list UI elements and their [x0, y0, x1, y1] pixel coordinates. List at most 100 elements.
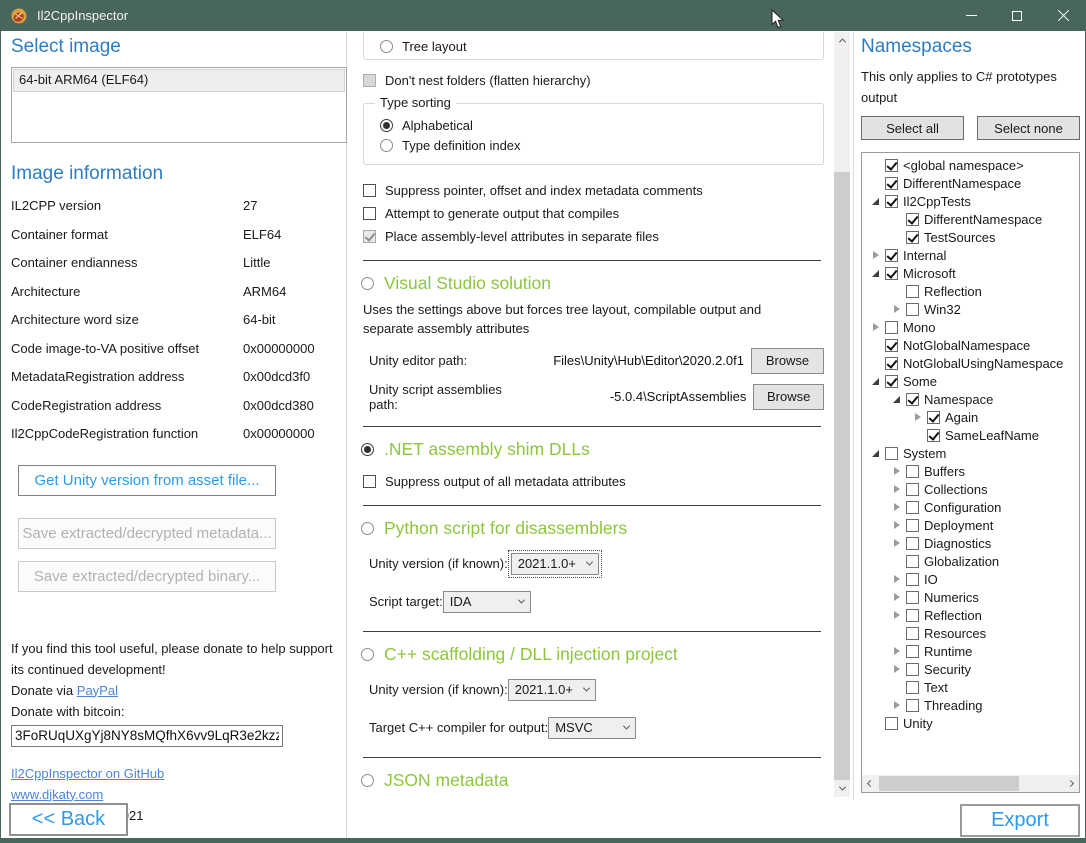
- tree-item[interactable]: System: [862, 444, 1079, 462]
- json-metadata-radio[interactable]: [361, 774, 374, 787]
- tree-item-label[interactable]: DifferentNamespace: [903, 176, 1021, 191]
- tree-item-label[interactable]: Again: [945, 410, 978, 425]
- tree-item-label[interactable]: Runtime: [924, 644, 972, 659]
- scrollbar-thumb[interactable]: [834, 172, 850, 780]
- tree-item-label[interactable]: Some: [903, 374, 937, 389]
- tree-item-label[interactable]: SameLeafName: [945, 428, 1039, 443]
- tree-expander-icon[interactable]: [867, 319, 884, 335]
- cpp-scaffolding-option[interactable]: C++ scaffolding / DLL injection project: [361, 644, 834, 665]
- tree-checkbox[interactable]: [906, 591, 919, 604]
- browse-editor-path-button[interactable]: Browse: [751, 348, 824, 374]
- select-all-button[interactable]: Select all: [861, 116, 964, 140]
- tree-checkbox[interactable]: [906, 231, 919, 244]
- tree-item[interactable]: IO: [862, 570, 1079, 588]
- scroll-down-button[interactable]: [834, 780, 850, 797]
- browse-assemblies-path-button[interactable]: Browse: [753, 384, 824, 410]
- tree-expander-icon[interactable]: [888, 391, 905, 407]
- namespaces-tree[interactable]: <global namespace> DifferentNamespace Il…: [861, 152, 1080, 793]
- alphabetical-radio[interactable]: [380, 119, 393, 132]
- tree-expander-icon[interactable]: [888, 697, 905, 713]
- tree-item[interactable]: Globalization: [862, 552, 1079, 570]
- tree-expander-icon[interactable]: [888, 211, 905, 227]
- select-none-button[interactable]: Select none: [977, 116, 1080, 140]
- tree-expander-icon[interactable]: [867, 445, 884, 461]
- tree-item-label[interactable]: Text: [924, 680, 948, 695]
- tree-horizontal-scrollbar[interactable]: [862, 775, 1079, 792]
- tree-checkbox[interactable]: [906, 663, 919, 676]
- tree-checkbox[interactable]: [906, 573, 919, 586]
- tree-item[interactable]: Configuration: [862, 498, 1079, 516]
- script-target-select[interactable]: IDA: [443, 591, 531, 613]
- tree-expander-icon[interactable]: [888, 481, 905, 497]
- tree-checkbox[interactable]: [885, 267, 898, 280]
- tree-checkbox[interactable]: [885, 375, 898, 388]
- scroll-right-button[interactable]: [1062, 775, 1079, 792]
- attempt-compile-option[interactable]: Attempt to generate output that compiles: [363, 206, 834, 221]
- tree-checkbox[interactable]: [885, 177, 898, 190]
- tree-checkbox[interactable]: [906, 465, 919, 478]
- tree-item-label[interactable]: Reflection: [924, 284, 982, 299]
- tree-checkbox[interactable]: [906, 393, 919, 406]
- tree-item[interactable]: SameLeafName: [862, 426, 1079, 444]
- options-scrollbar[interactable]: [834, 32, 850, 797]
- suppress-attrs-checkbox[interactable]: [363, 475, 376, 488]
- export-button[interactable]: Export: [960, 804, 1080, 837]
- tree-item[interactable]: Resources: [862, 624, 1079, 642]
- tree-item[interactable]: Win32: [862, 300, 1079, 318]
- tree-expander-icon[interactable]: [867, 715, 884, 731]
- back-button[interactable]: << Back: [9, 803, 128, 836]
- tree-expander-icon[interactable]: [867, 175, 884, 191]
- vs-solution-radio[interactable]: [361, 277, 374, 290]
- tree-item[interactable]: Collections: [862, 480, 1079, 498]
- tree-checkbox[interactable]: [906, 537, 919, 550]
- tree-item[interactable]: Microsoft: [862, 264, 1079, 282]
- tree-item[interactable]: TestSources: [862, 228, 1079, 246]
- tree-item-label[interactable]: Deployment: [924, 518, 993, 533]
- tree-item-label[interactable]: <global namespace>: [903, 158, 1024, 173]
- tree-item-label[interactable]: Reflection: [924, 608, 982, 623]
- tree-item-label[interactable]: NotGlobalNamespace: [903, 338, 1030, 353]
- dotnet-shim-radio[interactable]: [361, 443, 374, 456]
- tree-checkbox[interactable]: [906, 555, 919, 568]
- tree-item[interactable]: Security: [862, 660, 1079, 678]
- tree-item-label[interactable]: Internal: [903, 248, 946, 263]
- vs-solution-option[interactable]: Visual Studio solution: [361, 273, 834, 294]
- tree-expander-icon[interactable]: [867, 373, 884, 389]
- suppress-comments-checkbox[interactable]: [363, 184, 376, 197]
- tree-checkbox[interactable]: [906, 645, 919, 658]
- tree-item-label[interactable]: IO: [924, 572, 938, 587]
- tree-checkbox[interactable]: [906, 627, 919, 640]
- bitcoin-address-input[interactable]: [11, 725, 283, 747]
- tree-checkbox[interactable]: [927, 429, 940, 442]
- tree-item[interactable]: Reflection: [862, 282, 1079, 300]
- tree-expander-icon[interactable]: [867, 247, 884, 263]
- maximize-button[interactable]: [994, 0, 1040, 31]
- tree-item[interactable]: DifferentNamespace: [862, 210, 1079, 228]
- tree-checkbox[interactable]: [906, 519, 919, 532]
- tree-item[interactable]: Threading: [862, 696, 1079, 714]
- minimize-button[interactable]: [948, 0, 994, 31]
- tree-expander-icon[interactable]: [909, 427, 926, 443]
- suppress-comments-option[interactable]: Suppress pointer, offset and index metad…: [363, 183, 834, 198]
- python-script-radio[interactable]: [361, 522, 374, 535]
- tree-checkbox[interactable]: [906, 609, 919, 622]
- tree-item[interactable]: Internal: [862, 246, 1079, 264]
- tree-item-label[interactable]: Resources: [924, 626, 986, 641]
- tree-expander-icon[interactable]: [867, 355, 884, 371]
- tree-item-label[interactable]: DifferentNamespace: [924, 212, 1042, 227]
- tree-expander-icon[interactable]: [888, 499, 905, 515]
- image-listbox[interactable]: 64-bit ARM64 (ELF64): [11, 67, 347, 143]
- tree-checkbox[interactable]: [885, 447, 898, 460]
- tree-expander-icon[interactable]: [888, 607, 905, 623]
- tree-item[interactable]: Namespace: [862, 390, 1079, 408]
- tree-item-label[interactable]: Globalization: [924, 554, 999, 569]
- tree-item[interactable]: Text: [862, 678, 1079, 696]
- tree-item[interactable]: Runtime: [862, 642, 1079, 660]
- tree-checkbox[interactable]: [885, 339, 898, 352]
- tree-checkbox[interactable]: [885, 717, 898, 730]
- tree-checkbox[interactable]: [885, 195, 898, 208]
- python-script-option[interactable]: Python script for disassemblers: [361, 518, 834, 539]
- tree-item[interactable]: Again: [862, 408, 1079, 426]
- tree-item-label[interactable]: Unity: [903, 716, 933, 731]
- tree-expander-icon[interactable]: [888, 571, 905, 587]
